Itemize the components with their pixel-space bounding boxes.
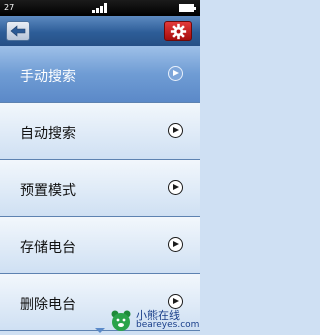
play-circle-icon [168, 123, 183, 138]
scroll-down-indicator[interactable] [95, 328, 105, 333]
play-circle-icon [168, 237, 183, 252]
menu-list: 手动搜索 自动搜索 预置模式 存储电台 删除电台 [0, 46, 200, 335]
menu-item-manual-search[interactable]: 手动搜索 [0, 46, 200, 103]
menu-item-label: 自动搜索 [20, 126, 76, 142]
signal-strength-icon [92, 3, 108, 13]
menu-item-label: 预置模式 [20, 183, 76, 199]
status-left-text: 27 [4, 3, 15, 12]
play-circle-icon [168, 66, 183, 81]
menu-item-save-station[interactable]: 存储电台 [0, 217, 200, 274]
status-bar: 27 [0, 0, 200, 16]
menu-item-label: 删除电台 [20, 297, 76, 313]
gear-icon [170, 23, 187, 40]
menu-item-label: 存储电台 [20, 240, 76, 256]
menu-item-preset-mode[interactable]: 预置模式 [0, 160, 200, 217]
menu-item-label: 手动搜索 [20, 69, 76, 85]
arrow-left-icon [10, 25, 26, 37]
bear-logo-icon [111, 310, 131, 331]
play-circle-icon [168, 180, 183, 195]
battery-icon [179, 4, 196, 12]
watermark-en: beareyes.com [136, 320, 200, 330]
title-bar [0, 16, 200, 46]
menu-item-auto-search[interactable]: 自动搜索 [0, 103, 200, 160]
back-button[interactable] [6, 21, 30, 41]
watermark: 小熊在线 beareyes.com [109, 307, 200, 333]
settings-button[interactable] [164, 21, 192, 41]
